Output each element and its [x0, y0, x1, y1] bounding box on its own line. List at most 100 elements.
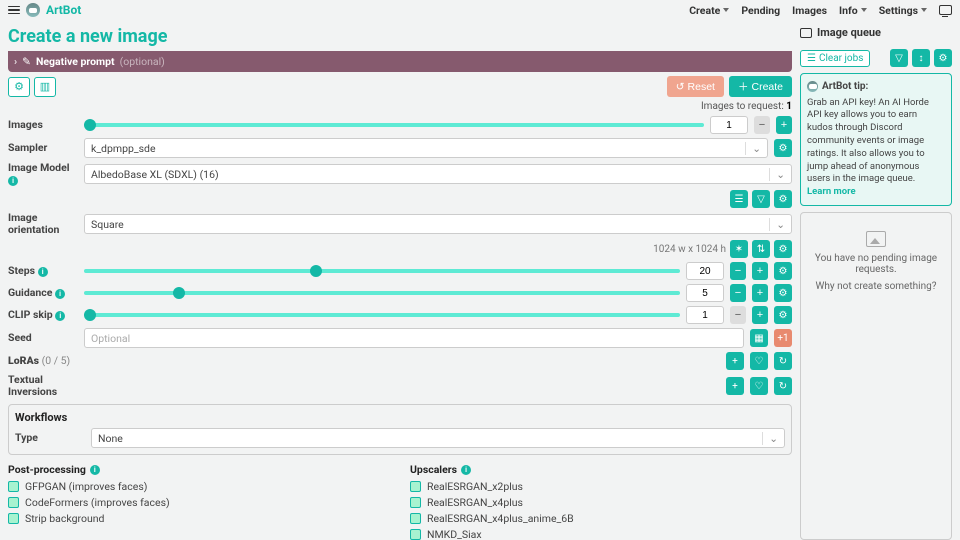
checkbox-icon[interactable] — [8, 481, 19, 492]
steps-slider[interactable] — [84, 269, 680, 273]
info-icon[interactable]: i — [90, 465, 100, 475]
logo-icon — [26, 3, 40, 17]
model-label: Image Model i — [8, 162, 78, 186]
steps-settings[interactable]: ⚙ — [774, 262, 792, 280]
nav-info[interactable]: Info — [839, 4, 867, 17]
guidance-decrement[interactable]: − — [730, 284, 746, 302]
upscaler-item[interactable]: NMKD_Siax — [410, 528, 792, 540]
workflow-type-select[interactable]: None⌄ — [91, 428, 785, 448]
images-slider[interactable] — [84, 123, 704, 127]
brand[interactable]: ArtBot — [46, 3, 81, 17]
sampler-select[interactable]: k_dpmpp_sde⌄ — [84, 138, 768, 158]
orientation-select[interactable]: Square⌄ — [84, 214, 792, 234]
steps-label: Steps i — [8, 265, 78, 277]
chevron-down-icon — [723, 8, 729, 12]
clip-decrement[interactable]: − — [730, 306, 746, 324]
images-increment[interactable]: + — [776, 116, 792, 134]
plus-icon: ＋ — [738, 79, 749, 94]
dimensions-text: 1024 w x 1024 h — [653, 244, 726, 255]
chevron-down-icon: ⌄ — [745, 142, 761, 155]
checkbox-icon[interactable] — [8, 513, 19, 524]
dim-shuffle-button[interactable]: ✶ — [730, 240, 748, 258]
steps-input[interactable] — [686, 262, 724, 280]
nav-pending[interactable]: Pending — [741, 4, 780, 17]
image-placeholder-icon — [866, 231, 886, 247]
guidance-increment[interactable]: + — [752, 284, 768, 302]
info-icon[interactable]: i — [461, 465, 471, 475]
steps-increment[interactable]: + — [752, 262, 768, 280]
lora-add-button[interactable]: + — [726, 352, 744, 370]
tip-panel: ArtBot tip: Grab an API key! An AI Horde… — [800, 73, 952, 206]
guidance-settings[interactable]: ⚙ — [774, 284, 792, 302]
clip-slider[interactable] — [84, 313, 680, 317]
reset-button[interactable]: ↺Reset — [667, 76, 724, 97]
checkbox-icon[interactable] — [410, 497, 421, 508]
sampler-settings[interactable]: ⚙ — [774, 139, 792, 157]
orientation-label: Image orientation — [8, 212, 78, 236]
upscalers-heading: Upscalersi — [410, 463, 792, 476]
chevron-down-icon — [921, 8, 927, 12]
create-button[interactable]: ＋Create — [729, 76, 792, 97]
seed-input[interactable]: Optional — [84, 328, 744, 348]
undo-icon: ↺ — [676, 81, 685, 93]
seed-label: Seed — [8, 332, 78, 344]
images-to-request: Images to request: 1 — [8, 101, 792, 112]
info-icon[interactable]: i — [38, 267, 48, 277]
lora-fav-button[interactable]: ♡ — [750, 352, 768, 370]
steps-decrement[interactable]: − — [730, 262, 746, 280]
images-decrement[interactable]: − — [754, 116, 770, 134]
learn-more-link[interactable]: Learn more — [807, 186, 856, 197]
guidance-input[interactable] — [686, 284, 724, 302]
settings-icon-button[interactable]: ⚙ — [8, 77, 30, 97]
info-icon[interactable]: i — [55, 311, 65, 321]
dim-swap-button[interactable]: ⇅ — [752, 240, 770, 258]
model-select[interactable]: AlbedoBase XL (SDXL) (16)⌄ — [84, 164, 792, 184]
seed-random-button[interactable]: ▦ — [750, 329, 768, 347]
queue-sort-button[interactable]: ↕ — [912, 49, 930, 67]
nav-images[interactable]: Images — [792, 4, 827, 17]
ti-fav-button[interactable]: ♡ — [750, 377, 768, 395]
clip-input[interactable] — [686, 306, 724, 324]
checkbox-icon[interactable] — [410, 513, 421, 524]
images-input[interactable] — [710, 116, 748, 134]
ti-history-button[interactable]: ↻ — [774, 377, 792, 395]
postprocessing-heading: Post-processingi — [8, 463, 390, 476]
model-settings-button[interactable]: ⚙ — [774, 190, 792, 208]
upscaler-item[interactable]: RealESRGAN_x4plus — [410, 496, 792, 509]
clear-jobs-button[interactable]: ☰Clear jobs — [800, 50, 870, 67]
nav-settings[interactable]: Settings — [879, 4, 927, 17]
topbar: ArtBot Create Pending Images Info Settin… — [0, 0, 960, 20]
ti-add-button[interactable]: + — [726, 377, 744, 395]
upscaler-item[interactable]: RealESRGAN_x4plus_anime_6B — [410, 512, 792, 525]
model-filter-button[interactable]: ▽ — [752, 190, 770, 208]
postprocess-item[interactable]: CodeFormers (improves faces) — [8, 496, 390, 509]
clip-increment[interactable]: + — [752, 306, 768, 324]
layers-icon-button[interactable]: ▥ — [34, 77, 56, 97]
display-icon[interactable] — [939, 5, 952, 15]
info-icon[interactable]: i — [8, 176, 18, 186]
clip-settings[interactable]: ⚙ — [774, 306, 792, 324]
negative-prompt-row[interactable]: › ✎ Negative prompt (optional) — [8, 51, 792, 72]
postprocess-item[interactable]: GFPGAN (improves faces) — [8, 480, 390, 493]
postprocess-item[interactable]: Strip background — [8, 512, 390, 525]
queue-settings-button[interactable]: ⚙ — [934, 49, 952, 67]
dim-settings-button[interactable]: ⚙ — [774, 240, 792, 258]
queue-filter-button[interactable]: ▽ — [890, 49, 908, 67]
chevron-down-icon: ⌄ — [762, 432, 778, 445]
model-list-button[interactable]: ☰ — [730, 190, 748, 208]
checkbox-icon[interactable] — [410, 481, 421, 492]
checkbox-icon[interactable] — [8, 497, 19, 508]
workflows-label: Workflows — [15, 411, 67, 424]
tip-body: Grab an API key! An AI Horde API key all… — [807, 97, 945, 187]
nav-create[interactable]: Create — [689, 4, 729, 17]
seed-inc-button[interactable]: +1 — [774, 329, 792, 347]
upscaler-item[interactable]: RealESRGAN_x2plus — [410, 480, 792, 493]
lora-history-button[interactable]: ↻ — [774, 352, 792, 370]
guidance-slider[interactable] — [84, 291, 680, 295]
clip-label: CLIP skip i — [8, 309, 78, 321]
chevron-down-icon: ⌄ — [769, 168, 785, 181]
page-title: Create a new image — [8, 26, 792, 47]
info-icon[interactable]: i — [55, 289, 65, 299]
menu-icon[interactable] — [8, 6, 20, 15]
checkbox-icon[interactable] — [410, 529, 421, 540]
